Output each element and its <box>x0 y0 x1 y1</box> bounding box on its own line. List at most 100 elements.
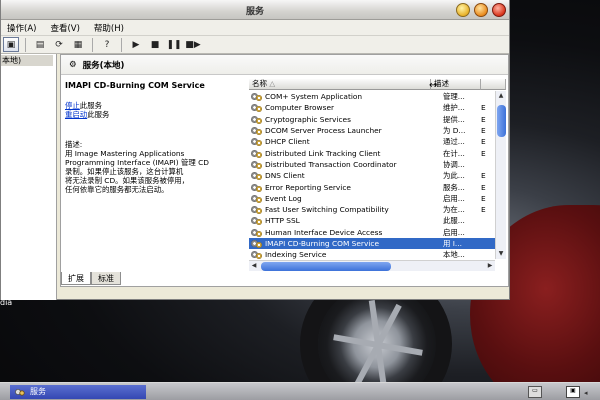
description-line: 录制。如果停止该服务，这台计算机 <box>65 167 184 176</box>
service-description: 为此... <box>443 171 465 181</box>
scroll-right-icon[interactable]: ▶ <box>485 261 495 271</box>
service-row[interactable]: Computer Browser 维护... E <box>249 102 495 113</box>
tab-extended[interactable]: 扩展 <box>61 272 91 285</box>
start-service-icon[interactable]: ▶ <box>128 37 144 52</box>
network-tray-icon[interactable]: ▭ <box>528 386 542 398</box>
refresh-icon[interactable]: ⟳ <box>51 37 67 52</box>
services-window: 服务 操作(A) 查看(V) 帮助(H) ▣ ▤ ⟳ ▦ ? ▶ ■ ❚❚ ■▶… <box>0 0 510 300</box>
service-description: 协调... <box>443 159 465 169</box>
service-name: Error Reporting Service <box>265 182 351 192</box>
service-name: Computer Browser <box>265 103 335 113</box>
service-name: COM+ System Application <box>265 92 363 102</box>
service-name: DHCP Client <box>265 137 310 147</box>
stop-service-icon[interactable]: ■ <box>147 37 163 52</box>
description-line: 任何依靠它的服务都无法启动。 <box>65 185 169 194</box>
service-row[interactable]: Fast User Switching Compatibility 为在... E <box>249 204 495 215</box>
tab-standard[interactable]: 标准 <box>91 272 121 285</box>
service-row[interactable]: Cryptographic Services 提供... E <box>249 114 495 125</box>
restart-service-icon[interactable]: ■▶ <box>185 37 201 52</box>
horizontal-scroll-thumb[interactable] <box>261 262 391 271</box>
taskbar-services-label: 服务 <box>30 387 46 396</box>
service-row[interactable]: Distributed Transaction Coordinator 协调... <box>249 159 495 170</box>
scroll-down-icon[interactable]: ▼ <box>496 249 506 259</box>
service-name: Distributed Transaction Coordinator <box>265 159 397 169</box>
service-status: E <box>481 182 486 192</box>
minimize-button[interactable] <box>456 3 470 17</box>
vertical-scroll-thumb[interactable] <box>497 105 506 137</box>
service-row[interactable]: Distributed Link Tracking Client 在计... E <box>249 147 495 158</box>
restart-service-link[interactable]: 重启动 <box>65 110 87 119</box>
service-gear-icon <box>251 216 263 226</box>
service-row[interactable]: COM+ System Application 管理... <box>249 91 495 102</box>
tray-overflow-icon[interactable]: ◂ <box>584 389 588 397</box>
menu-bar: 操作(A) 查看(V) 帮助(H) <box>1 20 509 36</box>
maximize-button[interactable] <box>474 3 488 17</box>
help-icon[interactable]: ? <box>99 37 115 52</box>
service-name: Human Interface Device Access <box>265 227 383 237</box>
service-description: 启用... <box>443 193 465 203</box>
service-description: 为 D... <box>443 126 466 136</box>
vertical-scrollbar[interactable]: ▲ ▼ <box>495 91 506 259</box>
service-row[interactable]: Human Interface Device Access 启用... <box>249 227 495 238</box>
export-list-icon[interactable]: ▦ <box>70 37 86 52</box>
service-status: E <box>481 205 486 215</box>
service-row[interactable]: Event Log 启用... E <box>249 193 495 204</box>
services-list: 名称 △ 描述 COM+ System Application 管理... Comp… <box>249 79 506 275</box>
service-description: 通过... <box>443 137 465 147</box>
view-tabs: 扩展 标准 <box>61 272 121 286</box>
column-header-status[interactable] <box>481 79 506 90</box>
properties-icon[interactable]: ▤ <box>32 37 48 52</box>
stop-service-line: 停止此服务 <box>65 101 245 110</box>
service-status: E <box>481 137 486 147</box>
menu-view[interactable]: 查看(V) <box>50 22 79 34</box>
column-header-name[interactable]: 名称 △ <box>249 79 431 90</box>
service-gear-icon <box>251 194 263 203</box>
service-gear-icon <box>251 126 263 136</box>
service-description: 维护... <box>443 103 465 113</box>
description-line: Programming Interface (IMAPI) 管理 CD <box>65 158 209 167</box>
menu-action[interactable]: 操作(A) <box>7 22 36 34</box>
stop-service-suffix: 此服务 <box>79 101 102 110</box>
service-description: 管理... <box>443 92 465 102</box>
stop-service-link[interactable]: 停止 <box>65 101 80 110</box>
toolbar: ▣ ▤ ⟳ ▦ ? ▶ ■ ❚❚ ■▶ <box>1 36 509 54</box>
service-gear-icon <box>251 92 263 102</box>
service-gear-icon <box>251 239 263 248</box>
title-bar[interactable]: 服务 <box>1 0 509 20</box>
service-row[interactable]: DCOM Server Process Launcher 为 D... E <box>249 125 495 136</box>
menu-help[interactable]: 帮助(H) <box>94 22 124 34</box>
service-name: HTTP SSL <box>265 216 300 226</box>
volume-tray-icon[interactable]: ▣ <box>566 386 580 398</box>
taskbar-services-button[interactable]: 服务 <box>10 385 146 399</box>
horizontal-scrollbar[interactable]: ◀ ▶ <box>249 260 495 271</box>
scroll-left-icon[interactable]: ◀ <box>249 261 259 271</box>
service-status: E <box>481 193 486 203</box>
toolbar-separator <box>92 37 93 52</box>
scroll-up-icon[interactable]: ▲ <box>496 91 506 101</box>
description-heading: 描述: <box>65 140 83 149</box>
service-name: Event Log <box>265 193 302 203</box>
service-status: E <box>481 114 486 124</box>
service-status: E <box>481 171 486 181</box>
description-line: 用 Image Mastering Applications <box>65 149 185 158</box>
services-gear-icon: ⚙ <box>69 59 77 70</box>
service-gear-icon <box>251 183 263 192</box>
service-description: 提供... <box>443 114 465 124</box>
service-row[interactable]: IMAPI CD-Burning COM Service 用 I... <box>249 237 495 250</box>
service-row[interactable]: Error Reporting Service 服务... E <box>249 181 495 192</box>
console-tree: 本地) <box>1 54 57 300</box>
close-button[interactable] <box>492 3 506 17</box>
sort-ascending-icon: △ <box>269 79 276 88</box>
service-row[interactable]: Indexing Service 本地... <box>249 249 495 260</box>
service-row[interactable]: DHCP Client 通过... E <box>249 136 495 147</box>
tree-node-services-local[interactable]: 本地) <box>1 55 53 66</box>
pause-service-icon[interactable]: ❚❚ <box>166 37 182 52</box>
service-row[interactable]: DNS Client 为此... E <box>249 170 495 181</box>
service-row[interactable]: HTTP SSL 此服... <box>249 215 495 226</box>
service-name: Distributed Link Tracking Client <box>265 148 381 158</box>
column-headers: 名称 △ 描述 <box>249 79 506 90</box>
show-hide-tree-icon[interactable]: ▣ <box>3 37 19 52</box>
pane-header: ⚙ 服务(本地) <box>61 55 508 75</box>
service-gear-icon <box>251 228 263 237</box>
restart-service-suffix: 此服务 <box>87 110 110 119</box>
